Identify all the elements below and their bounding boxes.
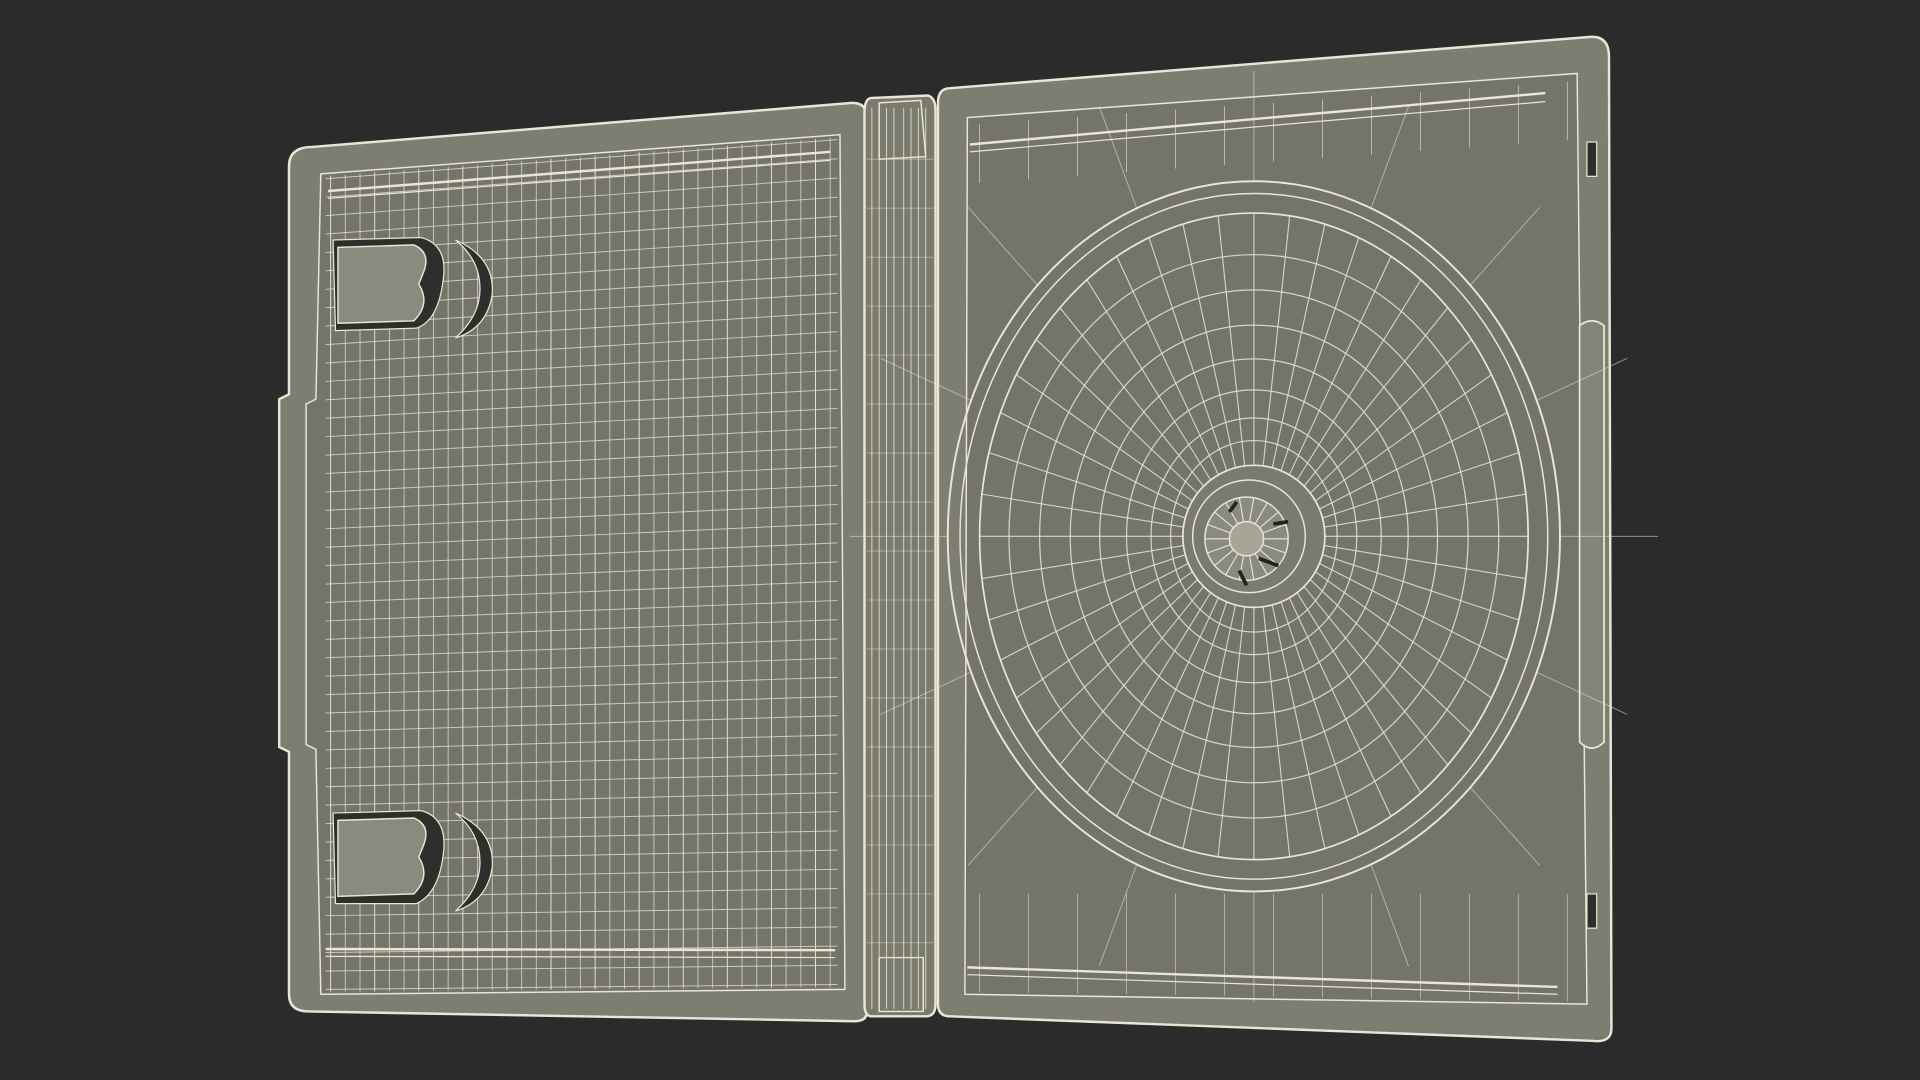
booklet-clip-bottom-body [337,817,427,898]
left-panel [277,101,869,1023]
right-panel [849,35,1658,1043]
right-edge-notch-bottom [1586,893,1598,929]
right-edge-tab [1578,319,1605,750]
center-hub [1182,464,1326,609]
right-edge-notch-top [1586,141,1598,177]
spine [863,94,937,1018]
wireframe-scene [0,0,1920,1080]
booklet-clip-top-body [337,244,427,325]
left-bottom-rail [325,947,836,952]
spine-shell [863,94,937,1018]
hub-clip-slot [1273,519,1289,526]
hub-core [1228,520,1265,557]
